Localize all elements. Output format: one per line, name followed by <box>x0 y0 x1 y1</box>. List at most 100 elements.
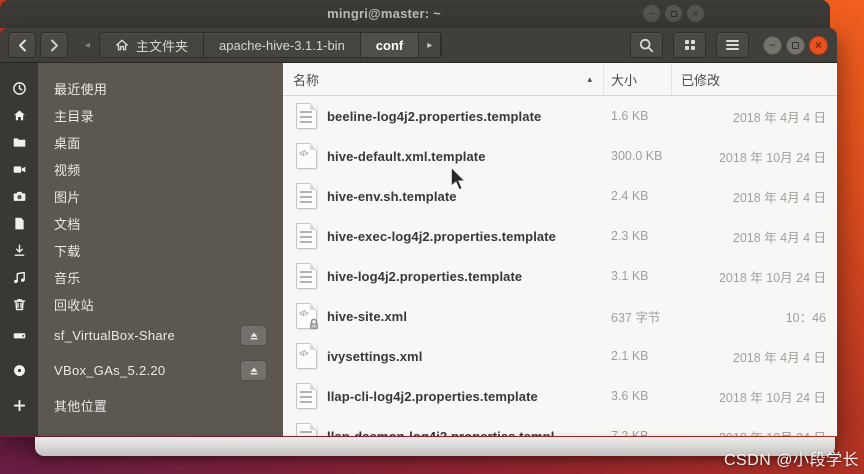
sidebar: 最近使用 主目录 桌面 视频 图片 文档 下载 音乐 回收站 sf_Virtua… <box>0 63 283 436</box>
text-file-icon <box>296 423 317 436</box>
sort-ascending-icon: ▴ <box>587 74 603 85</box>
toolbar-right-cluster: − × <box>630 32 828 58</box>
sidebar-item-other-locations[interactable]: 其他位置 <box>0 392 283 419</box>
documents-icon <box>0 216 38 231</box>
chevron-left-icon <box>18 39 27 52</box>
file-name: hive-default.xml.template <box>327 149 604 164</box>
breadcrumb-主文件夹[interactable]: 主文件夹 <box>100 33 204 57</box>
file-size: 2.3 KB <box>604 229 672 243</box>
sidebar-item-trash[interactable]: 回收站 <box>0 291 283 318</box>
file-size: 300.0 KB <box>604 149 672 163</box>
file-row[interactable]: beeline-log4j2.properties.template 1.6 K… <box>283 96 837 136</box>
grid-view-icon <box>685 40 695 50</box>
terminal-window-titlebar[interactable]: mingri@master: ~ − × <box>0 0 830 28</box>
column-header-modified[interactable]: 已修改 <box>672 63 837 95</box>
file-size: 2.1 KB <box>604 349 672 363</box>
sidebar-item-recent[interactable]: 最近使用 <box>0 75 283 102</box>
terminal-close-button[interactable]: × <box>687 5 704 22</box>
terminal-minimize-button[interactable]: − <box>643 5 660 22</box>
file-modified: 2018 年 4月 4 日 <box>672 107 837 126</box>
home-icon <box>0 108 38 123</box>
file-size: 1.6 KB <box>604 109 672 123</box>
other-locations-icon <box>0 398 38 413</box>
file-name: hive-exec-log4j2.properties.template <box>327 229 604 244</box>
text-file-icon <box>296 263 317 289</box>
file-modified: 2018 年 10月 24 日 <box>672 427 837 437</box>
breadcrumb: 主文件夹apache-hive-3.1.1-binconf▸ <box>99 32 442 58</box>
disc-icon <box>0 363 38 378</box>
xml-file-icon: </> <box>296 143 317 169</box>
file-modified: 2018 年 4月 4 日 <box>672 227 837 246</box>
downloads-icon <box>0 243 38 258</box>
file-manager-body: 最近使用 主目录 桌面 视频 图片 文档 下载 音乐 回收站 sf_Virtua… <box>0 63 837 436</box>
sidebar-item-drive[interactable]: sf_VirtualBox-Share <box>0 322 283 349</box>
window-controls: − × <box>763 36 828 55</box>
breadcrumb-conf[interactable]: conf <box>361 33 419 57</box>
terminal-maximize-button[interactable] <box>665 5 682 22</box>
column-header-size[interactable]: 大小 <box>604 63 672 95</box>
search-button[interactable] <box>630 32 663 58</box>
breadcrumb-apache-hive-3.1.1-bin[interactable]: apache-hive-3.1.1-bin <box>204 33 361 57</box>
file-name: beeline-log4j2.properties.template <box>327 109 604 124</box>
path-scroll-right-icon[interactable]: ▸ <box>419 33 441 57</box>
search-icon <box>639 38 654 53</box>
xml-file-icon: </> <box>296 343 317 369</box>
watermark: CSDN @小段学长 <box>724 446 859 470</box>
text-file-icon <box>296 383 317 409</box>
file-row[interactable]: </> hive-site.xml 637 字节 10：46 <box>283 296 837 336</box>
sidebar-item-pictures[interactable]: 图片 <box>0 183 283 210</box>
file-row[interactable]: hive-exec-log4j2.properties.template 2.3… <box>283 216 837 256</box>
file-row[interactable]: llap-daemon-log4j2.properties.templ 7.2 … <box>283 416 837 436</box>
text-file-icon <box>296 223 317 249</box>
hamburger-icon <box>726 38 739 52</box>
sidebar-item-music[interactable]: 音乐 <box>0 264 283 291</box>
file-size: 3.1 KB <box>604 269 672 283</box>
xml-file-icon: </> <box>296 303 317 329</box>
background-window-bottom-edge <box>35 437 835 456</box>
file-modified: 2018 年 10月 24 日 <box>672 267 837 286</box>
sidebar-item-videos[interactable]: 视频 <box>0 156 283 183</box>
terminal-window-controls: − × <box>643 5 704 22</box>
videos-icon <box>0 162 38 177</box>
music-icon <box>0 270 38 285</box>
column-header-name[interactable]: 名称 ▴ <box>283 63 604 95</box>
forward-button[interactable] <box>40 32 68 58</box>
mouse-cursor <box>449 167 468 192</box>
file-name: ivysettings.xml <box>327 349 604 364</box>
minimize-button[interactable]: − <box>763 36 782 55</box>
file-row[interactable]: llap-cli-log4j2.properties.template 3.6 … <box>283 376 837 416</box>
sidebar-item-downloads[interactable]: 下载 <box>0 237 283 264</box>
maximize-button[interactable] <box>786 36 805 55</box>
file-name: llap-daemon-log4j2.properties.templ <box>327 429 604 437</box>
file-rows: beeline-log4j2.properties.template 1.6 K… <box>283 96 837 436</box>
back-button[interactable] <box>8 32 36 58</box>
home-icon <box>115 38 129 52</box>
sidebar-item-desktop-folder[interactable]: 桌面 <box>0 129 283 156</box>
maximize-icon <box>792 42 799 49</box>
menu-button[interactable] <box>716 32 749 58</box>
eject-icon <box>248 330 260 342</box>
eject-button[interactable] <box>240 325 267 346</box>
file-modified: 2018 年 10月 24 日 <box>672 147 837 166</box>
pictures-icon <box>0 189 38 204</box>
file-manager-window: ◂ 主文件夹apache-hive-3.1.1-binconf▸ − × 最近使… <box>0 28 837 437</box>
lock-emblem-icon <box>307 317 321 331</box>
file-modified: 2018 年 10月 24 日 <box>672 387 837 406</box>
sidebar-item-home[interactable]: 主目录 <box>0 102 283 129</box>
file-row[interactable]: hive-env.sh.template 2.4 KB 2018 年 4月 4 … <box>283 176 837 216</box>
file-modified: 2018 年 4月 4 日 <box>672 187 837 206</box>
file-modified: 10：46 <box>672 307 837 326</box>
file-row[interactable]: </> ivysettings.xml 2.1 KB 2018 年 4月 4 日 <box>283 336 837 376</box>
sidebar-item-documents[interactable]: 文档 <box>0 210 283 237</box>
file-row[interactable]: </> hive-default.xml.template 300.0 KB 2… <box>283 136 837 176</box>
eject-button[interactable] <box>240 360 267 381</box>
view-toggle-button[interactable] <box>673 32 706 58</box>
text-file-icon <box>296 103 317 129</box>
file-name: hive-log4j2.properties.template <box>327 269 604 284</box>
path-scroll-left-icon[interactable]: ◂ <box>85 40 90 51</box>
sidebar-item-disc[interactable]: VBox_GAs_5.2.20 <box>0 357 283 384</box>
close-button[interactable]: × <box>809 36 828 55</box>
file-row[interactable]: hive-log4j2.properties.template 3.1 KB 2… <box>283 256 837 296</box>
trash-icon <box>0 297 38 312</box>
eject-icon <box>248 365 260 377</box>
